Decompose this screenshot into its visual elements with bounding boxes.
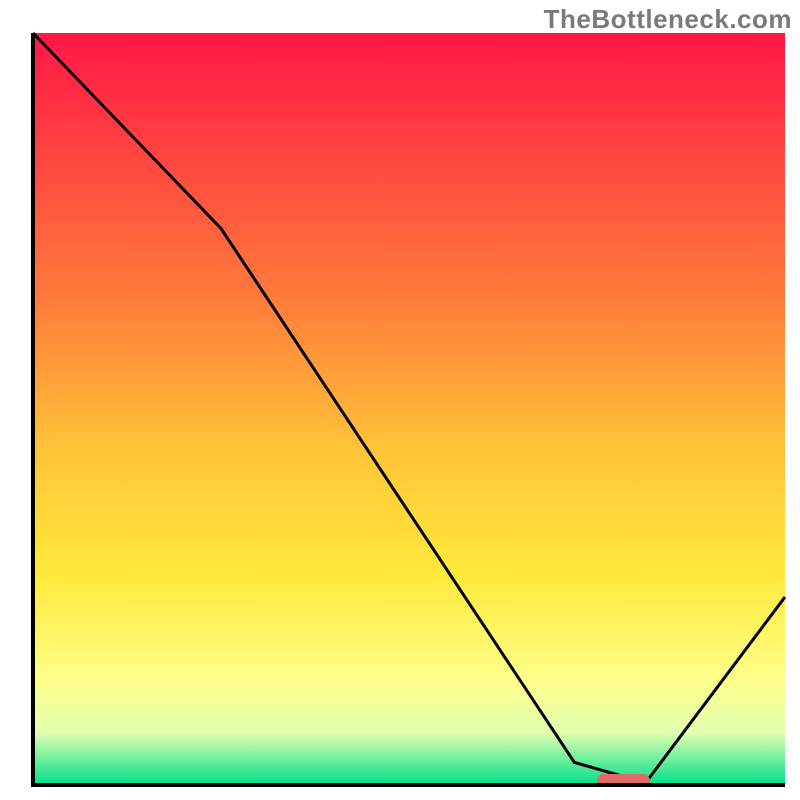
plot-background [33, 33, 785, 785]
chart-container: TheBottleneck.com [0, 0, 800, 800]
watermark-text: TheBottleneck.com [544, 4, 792, 35]
bottleneck-chart [0, 0, 800, 800]
